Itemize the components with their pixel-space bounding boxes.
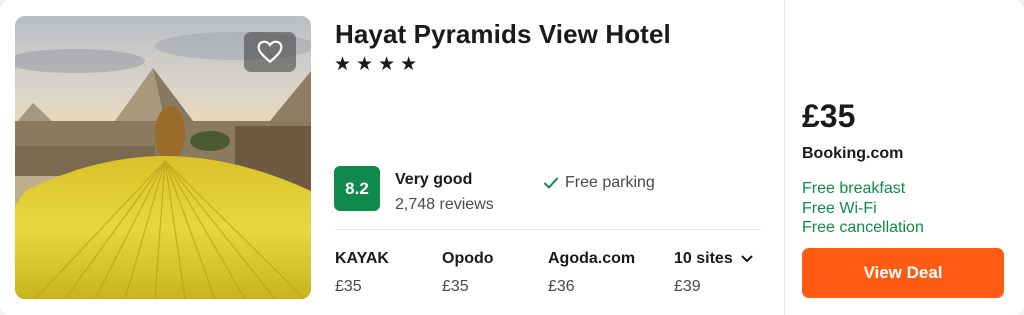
amenity-free-parking: Free parking [543,174,655,192]
review-score-badge: 8.2 [334,166,380,211]
heart-icon [257,40,283,64]
site-price: £35 [442,278,469,295]
site-name: Opodo [442,250,494,267]
site-price: £39 [674,278,701,295]
site-name: Agoda.com [548,250,636,267]
star-icon: ★ [356,54,374,75]
star-icon: ★ [400,54,418,75]
star-rating: ★ ★ ★ ★ [334,55,417,74]
review-count[interactable]: 2,748 reviews [395,196,494,214]
more-sites-label[interactable]: 10 sites [674,250,753,268]
best-price: £35 [802,98,856,134]
site-price: £35 [335,278,362,295]
site-option-kayak[interactable]: KAYAK £35 [335,250,389,296]
rating-label: Very good [395,171,473,188]
more-sites-dropdown[interactable]: 10 sites £39 [674,250,753,296]
divider [335,229,761,230]
perk-item: Free Wi-Fi [802,199,877,217]
site-option-agoda[interactable]: Agoda.com £36 [548,250,635,296]
site-option-opodo[interactable]: Opodo £35 [442,250,494,296]
deal-provider: Booking.com [802,145,904,162]
column-divider [784,0,785,315]
perk-item: Free breakfast [802,180,906,197]
deal-perks: Free breakfast Free Wi-Fi Free cancellat… [802,179,924,238]
perk-item: Free cancellation [802,219,924,236]
save-favorite-button[interactable] [244,32,296,72]
check-icon [544,177,558,189]
hotel-result-card: Hayat Pyramids View Hotel ★ ★ ★ ★ 8.2 Ve… [0,0,1024,315]
chevron-down-icon [741,255,753,262]
site-name: KAYAK [335,250,389,267]
view-deal-button[interactable]: View Deal [802,248,1004,298]
more-sites-text: 10 sites [674,250,733,267]
hotel-name[interactable]: Hayat Pyramids View Hotel [335,19,671,50]
star-icon: ★ [378,54,396,75]
site-price: £36 [548,278,575,295]
amenity-label: Free parking [565,174,655,191]
star-icon: ★ [334,54,352,75]
